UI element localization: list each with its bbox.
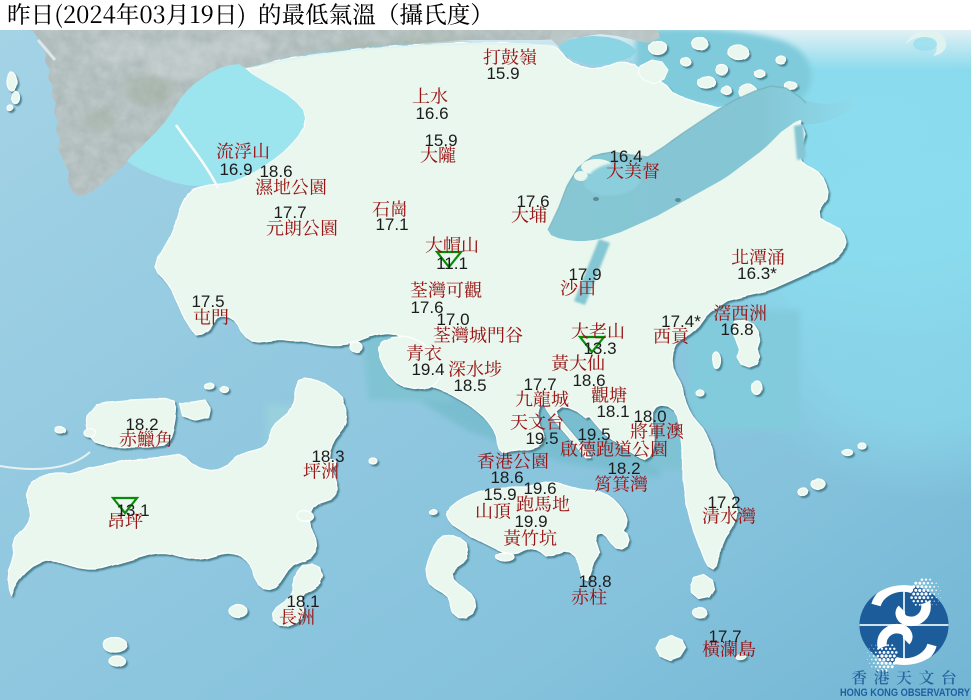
svg-text:17.1: 17.1 <box>375 215 408 234</box>
svg-text:16.8: 16.8 <box>720 320 753 339</box>
svg-text:15.9: 15.9 <box>486 64 519 83</box>
svg-text:19.5: 19.5 <box>577 425 610 444</box>
svg-text:18.5: 18.5 <box>453 376 486 395</box>
svg-text:18.3: 18.3 <box>311 447 344 466</box>
svg-text:17.7: 17.7 <box>273 203 306 222</box>
svg-text:18.8: 18.8 <box>578 572 611 591</box>
svg-text:18.1: 18.1 <box>286 592 319 611</box>
svg-text:15.9: 15.9 <box>424 131 457 150</box>
svg-text:18.2: 18.2 <box>607 459 640 478</box>
svg-text:11.1: 11.1 <box>436 254 468 273</box>
svg-text:17.7: 17.7 <box>708 627 741 646</box>
svg-text:18.6: 18.6 <box>572 371 605 390</box>
svg-text:17.2: 17.2 <box>707 493 740 512</box>
svg-text:13.1: 13.1 <box>116 501 149 520</box>
svg-text:19.6: 19.6 <box>523 479 556 498</box>
svg-text:16.6: 16.6 <box>415 104 448 123</box>
svg-text:15.9: 15.9 <box>483 485 516 504</box>
svg-text:17.5: 17.5 <box>191 292 224 311</box>
svg-text:18.6: 18.6 <box>259 162 292 181</box>
svg-text:17.4*: 17.4* <box>661 312 701 331</box>
svg-text:17.7: 17.7 <box>523 375 556 394</box>
svg-text:18.1: 18.1 <box>596 402 629 421</box>
svg-text:17.9: 17.9 <box>568 265 601 284</box>
svg-text:18.2: 18.2 <box>125 415 158 434</box>
svg-text:19.5: 19.5 <box>525 429 558 448</box>
svg-text:19.9: 19.9 <box>514 512 547 531</box>
svg-text:16.9: 16.9 <box>219 160 252 179</box>
svg-text:18.0: 18.0 <box>633 407 666 426</box>
svg-text:19.4: 19.4 <box>411 360 444 379</box>
svg-text:17.6: 17.6 <box>516 192 549 211</box>
svg-text:HONG KONG OBSERVATORY: HONG KONG OBSERVATORY <box>840 687 971 699</box>
svg-text:13.3: 13.3 <box>583 339 616 358</box>
svg-text:16.3*: 16.3* <box>737 264 777 283</box>
svg-text:17.0: 17.0 <box>436 310 469 329</box>
svg-text:16.4: 16.4 <box>609 147 642 166</box>
